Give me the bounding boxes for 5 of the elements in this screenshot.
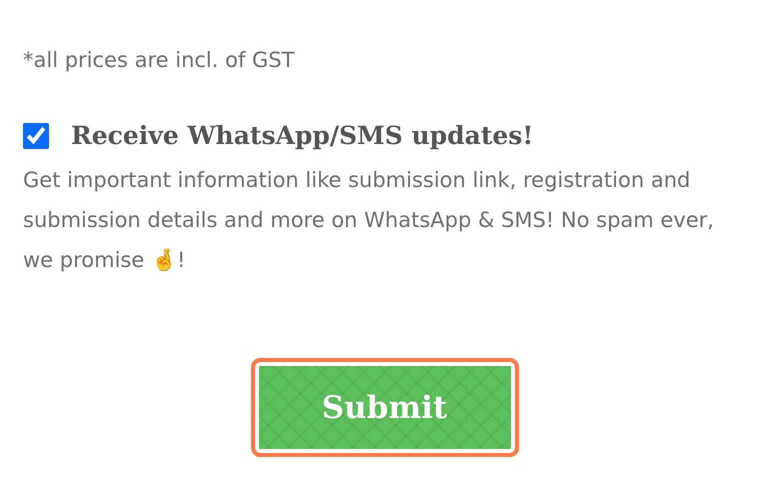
updates-description: Get important information like submission link, registration and submission details and more on WhatsApp & SMS! No spam ever, we promise 🤞!: [23, 167, 715, 274]
price-note: *all prices are incl. of GST: [23, 47, 296, 74]
updates-checkbox[interactable]: [23, 122, 49, 148]
updates-label: Receive WhatsApp/SMS updates!: [71, 121, 534, 150]
submit-button[interactable]: Submit: [250, 358, 518, 457]
